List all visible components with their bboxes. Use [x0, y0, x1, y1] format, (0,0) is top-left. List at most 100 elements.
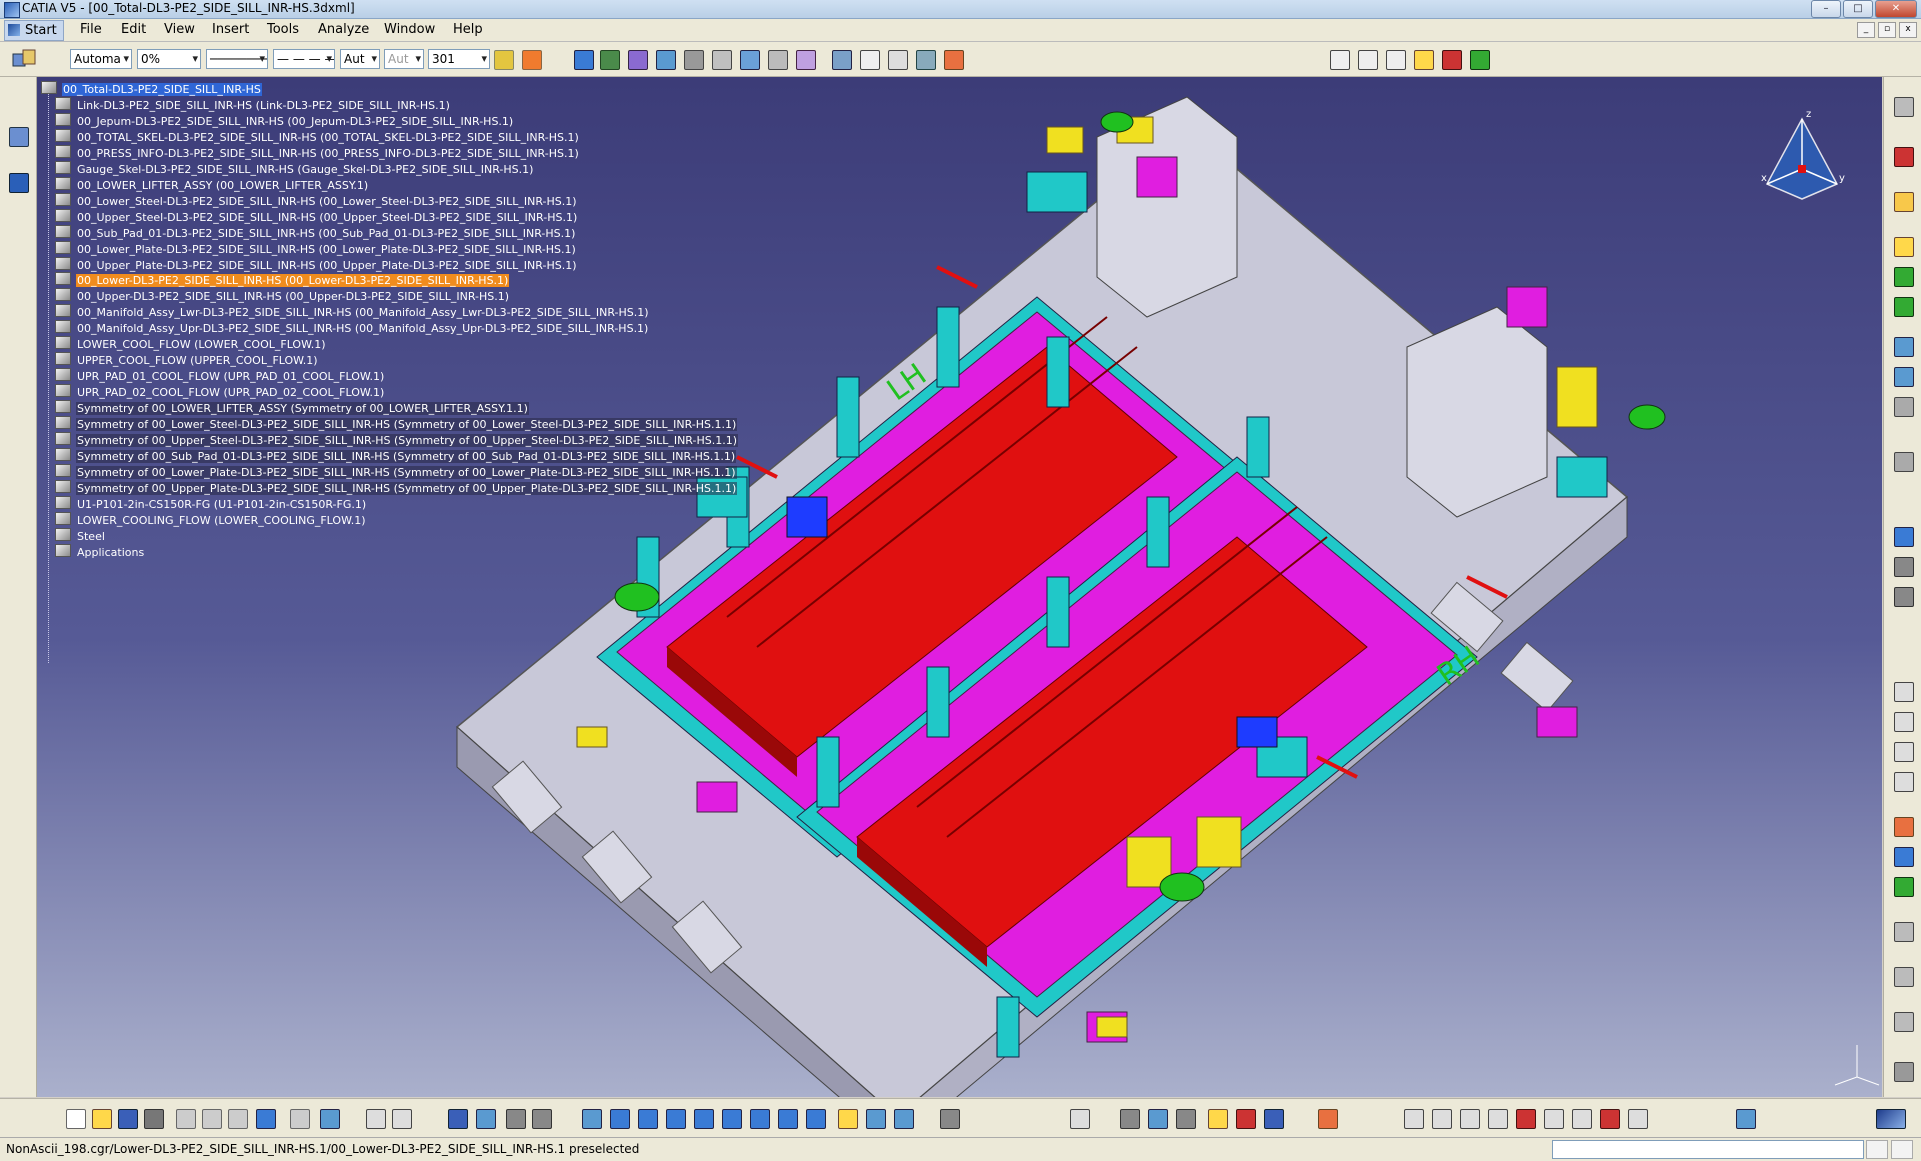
view-mode-icon[interactable] [532, 1109, 552, 1129]
menu-insert[interactable]: Insert [212, 22, 249, 37]
color-combo[interactable]: Automa [70, 49, 132, 69]
export-icon[interactable] [1442, 50, 1462, 70]
tree-item[interactable]: 00_Upper_Steel-DL3-PE2_SIDE_SILL_INR-HS … [55, 208, 578, 225]
measure-tool-icon[interactable] [940, 1109, 960, 1129]
iso-view-icon[interactable] [806, 1109, 826, 1129]
add-component-icon[interactable] [1894, 267, 1914, 287]
tree-item[interactable]: 00_PRESS_INFO-DL3-PE2_SIDE_SILL_INR-HS (… [55, 144, 580, 161]
tree-item[interactable]: 00_Manifold_Assy_Lwr-DL3-PE2_SIDE_SILL_I… [55, 304, 650, 320]
annotation-text-icon[interactable] [1544, 1109, 1564, 1129]
thickness-combo[interactable]: Aut [340, 49, 380, 69]
grid-icon[interactable] [448, 1109, 468, 1129]
tree-item[interactable]: Symmetry of 00_Upper_Plate-DL3-PE2_SIDE_… [55, 479, 738, 496]
copy-format-icon[interactable] [522, 50, 542, 70]
tree-expand-icon[interactable] [476, 1109, 496, 1129]
save-icon[interactable] [1414, 50, 1434, 70]
part-icon[interactable] [628, 50, 648, 70]
linestyle-combo[interactable]: — — — — [273, 49, 335, 69]
tree-item[interactable]: 00_Lower_Steel-DL3-PE2_SIDE_SILL_INR-HS … [55, 192, 578, 209]
minimize-button[interactable]: – [1811, 0, 1841, 18]
tree-item[interactable]: Symmetry of 00_Lower_Plate-DL3-PE2_SIDE_… [55, 463, 737, 480]
tree-item[interactable]: LOWER_COOL_FLOW (LOWER_COOL_FLOW.1) [55, 336, 327, 352]
copy-icon[interactable] [202, 1109, 222, 1129]
measure-icon[interactable] [832, 50, 852, 70]
catalog-icon[interactable] [9, 127, 29, 147]
space-analysis-icon[interactable] [1894, 817, 1914, 837]
chart-icon[interactable] [1236, 1109, 1256, 1129]
tree-item[interactable]: UPR_PAD_02_COOL_FLOW (UPR_PAD_02_COOL_FL… [55, 384, 385, 400]
camera-icon[interactable] [1894, 1062, 1914, 1082]
tree-item[interactable]: 00_LOWER_LIFTER_ASSY (00_LOWER_LIFTER_AS… [55, 176, 369, 193]
abc-annotation-icon[interactable] [860, 50, 880, 70]
menu-tools[interactable]: Tools [267, 22, 299, 37]
save-icon[interactable] [118, 1109, 138, 1129]
paste-icon[interactable] [228, 1109, 248, 1129]
explode-icon[interactable] [712, 50, 732, 70]
new-icon[interactable] [66, 1109, 86, 1129]
tree-item[interactable]: UPR_PAD_01_COOL_FLOW (UPR_PAD_01_COOL_FL… [55, 368, 385, 384]
clash-detection-icon[interactable] [1894, 877, 1914, 897]
doc-close-button[interactable]: x [1899, 22, 1917, 38]
tolerance-icon[interactable] [1628, 1109, 1648, 1129]
weld-icon[interactable] [916, 50, 936, 70]
3d-viewport[interactable]: LH RH 00_Total-DL3-PE2_SIDE_SILL_INR-HS … [37, 77, 1882, 1097]
macro-icon[interactable] [1176, 1109, 1196, 1129]
scene-browser-icon[interactable] [1894, 712, 1914, 732]
measure-item-icon[interactable] [1894, 1012, 1914, 1032]
sketch-icon[interactable] [1736, 1109, 1756, 1129]
print-icon[interactable] [144, 1109, 164, 1129]
annotation-icon[interactable] [1894, 772, 1914, 792]
tree-item[interactable]: 00_Upper_Plate-DL3-PE2_SIDE_SILL_INR-HS … [55, 256, 578, 273]
point-combo[interactable]: Aut [384, 49, 424, 69]
clash-icon[interactable] [768, 50, 788, 70]
tree-item[interactable]: 00_Jepum-DL3-PE2_SIDE_SILL_INR-HS (00_Je… [55, 112, 514, 129]
split-icon[interactable] [1516, 1109, 1536, 1129]
distance-icon[interactable] [1894, 922, 1914, 942]
new-product-icon[interactable] [1894, 237, 1914, 257]
replace-component-icon[interactable] [1894, 337, 1914, 357]
normal-view-icon[interactable] [750, 1109, 770, 1129]
assembly-icon[interactable] [574, 50, 594, 70]
compass-widget[interactable]: z x y [1747, 99, 1857, 209]
enhanced-scene-icon[interactable] [1894, 742, 1914, 762]
redo-icon[interactable] [290, 1109, 310, 1129]
section-icon[interactable] [888, 50, 908, 70]
hide-show-icon[interactable] [866, 1109, 886, 1129]
fly-mode-icon[interactable] [582, 1109, 602, 1129]
cut-icon[interactable] [176, 1109, 196, 1129]
tree-item[interactable]: U1-P101-2in-CS150R-FG (U1-P101-2in-CS150… [55, 495, 367, 512]
bom-list-icon[interactable] [1358, 50, 1378, 70]
part-design-icon[interactable] [1488, 1109, 1508, 1129]
tree-item[interactable]: UPPER_COOL_FLOW (UPPER_COOL_FLOW.1) [55, 352, 319, 368]
doc-minimize-button[interactable]: _ [1857, 22, 1875, 38]
print-preview-icon[interactable] [1070, 1109, 1090, 1129]
constraint-icon[interactable] [740, 50, 760, 70]
sectioning-icon[interactable] [1894, 847, 1914, 867]
tree-item[interactable]: Symmetry of 00_Upper_Steel-DL3-PE2_SIDE_… [55, 431, 738, 448]
layer-combo[interactable]: 301 [428, 49, 490, 69]
delete-icon[interactable] [1600, 1109, 1620, 1129]
shading-icon[interactable] [838, 1109, 858, 1129]
tree-item[interactable]: 00_TOTAL_SKEL-DL3-PE2_SIDE_SILL_INR-HS (… [55, 128, 580, 145]
tree-item[interactable]: 00_Lower_Plate-DL3-PE2_SIDE_SILL_INR-HS … [55, 240, 577, 257]
undo-icon[interactable] [256, 1109, 276, 1129]
tree-item[interactable]: 00_Upper-DL3-PE2_SIDE_SILL_INR-HS (00_Up… [55, 288, 510, 304]
formula-icon[interactable] [366, 1109, 386, 1129]
table-icon[interactable] [1572, 1109, 1592, 1129]
command-stop-button[interactable] [1866, 1140, 1888, 1159]
tree-item[interactable]: Symmetry of 00_LOWER_LIFTER_ASSY (Symmet… [55, 400, 529, 416]
assembly-feature-icon[interactable] [1404, 1109, 1424, 1129]
menu-help[interactable]: Help [453, 22, 483, 37]
menu-file[interactable]: File [80, 22, 102, 37]
comment-icon[interactable] [392, 1109, 412, 1129]
tree-item[interactable]: Link-DL3-PE2_SIDE_SILL_INR-HS (Link-DL3-… [55, 97, 451, 113]
rotate-icon[interactable] [666, 1109, 686, 1129]
multi-view-icon[interactable] [778, 1109, 798, 1129]
existing-component-icon[interactable] [1894, 297, 1914, 317]
zoom-out-icon[interactable] [722, 1109, 742, 1129]
pattern-icon[interactable] [1318, 1109, 1338, 1129]
menu-edit[interactable]: Edit [121, 22, 146, 37]
gear-icon[interactable] [1894, 97, 1914, 117]
catalog-browser-icon[interactable] [1894, 682, 1914, 702]
compass-reset-icon[interactable] [9, 173, 29, 193]
